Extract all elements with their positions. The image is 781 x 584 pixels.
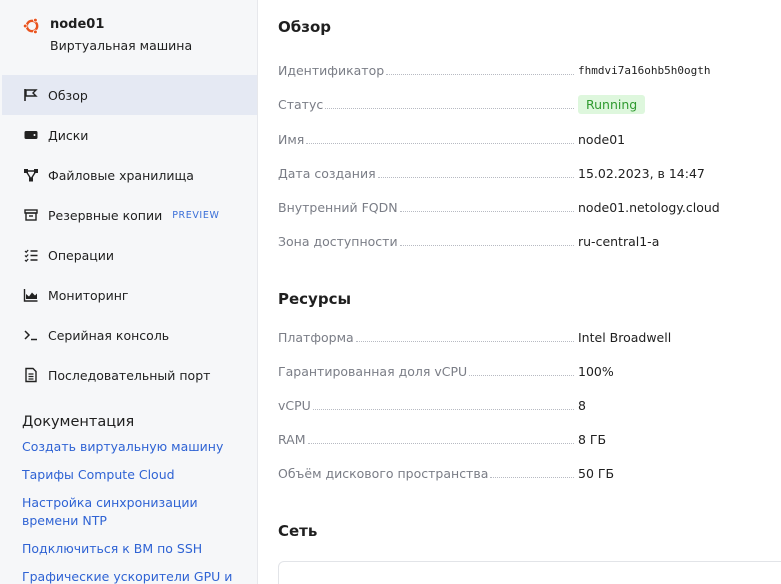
status-badge: Running (578, 94, 646, 114)
row-key: Платформа (278, 329, 354, 345)
row-key: vCPU (278, 397, 311, 413)
info-row-name: Имя node01 (278, 129, 758, 149)
network-title: Сеть (278, 522, 318, 540)
doc-link-gpu[interactable]: Графические ускорители GPU и (22, 568, 248, 584)
info-row-vcpu-fraction: Гарантированная доля vCPU 100% (278, 361, 758, 381)
sidebar-nav: Обзор Диски Файловые хранилища Резервные… (2, 75, 257, 395)
row-key: Идентификатор (278, 62, 385, 78)
monitoring-icon (22, 286, 40, 304)
main-content: Обзор Идентификатор fhmdvi7a16ohb5h0ogth… (258, 0, 781, 584)
row-key: RAM (278, 431, 306, 447)
sidebar-item-label: Мониторинг (48, 287, 129, 303)
sidebar-item-label: Серийная консоль (48, 327, 170, 343)
sidebar-item-overview[interactable]: Обзор (2, 75, 257, 115)
doc-link-ssh[interactable]: Подключиться к ВМ по SSH (22, 540, 248, 558)
sidebar-item-backups[interactable]: Резервные копии PREVIEW (2, 195, 257, 235)
row-value: 100% (578, 363, 614, 379)
preview-badge: PREVIEW (172, 210, 220, 221)
serial-console-icon (22, 326, 40, 344)
row-key: Статус (278, 96, 324, 112)
sidebar-item-label: Диски (48, 127, 89, 143)
info-row-id: Идентификатор fhmdvi7a16ohb5h0ogth (278, 60, 758, 80)
row-key: Объём дискового пространства (278, 465, 489, 481)
disks-icon (22, 126, 40, 144)
row-key: Дата создания (278, 165, 376, 181)
sidebar-item-serial-port[interactable]: Последовательный порт (2, 355, 257, 395)
vm-header: node01 Виртуальная машина (22, 16, 192, 55)
row-value: ru-central1-a (578, 233, 660, 249)
row-value: 8 (578, 397, 586, 413)
doc-link-create-vm[interactable]: Создать виртуальную машину (22, 438, 248, 456)
doc-link-ntp[interactable]: Настройка синхронизации времени NTP (22, 494, 248, 530)
file-storage-icon (22, 166, 40, 184)
row-value: node01 (578, 131, 626, 147)
documentation-section: Документация Создать виртуальную машину … (22, 414, 248, 584)
vm-name: node01 (50, 17, 105, 32)
sidebar: node01 Виртуальная машина Обзор Диски Фа… (0, 0, 258, 584)
sidebar-item-label: Резервные копии (48, 207, 163, 223)
info-row-fqdn: Внутренний FQDN node01.netology.cloud (278, 197, 758, 217)
row-value: 15.02.2023, в 14:47 (578, 165, 705, 181)
sidebar-item-operations[interactable]: Операции (2, 235, 257, 275)
info-row-disk: Объём дискового пространства 50 ГБ (278, 463, 758, 483)
row-key: Внутренний FQDN (278, 199, 398, 215)
documentation-title: Документация (22, 414, 135, 430)
row-value: 8 ГБ (578, 431, 607, 447)
info-row-zone: Зона доступности ru-central1-a (278, 231, 758, 251)
overview-title: Обзор (278, 18, 331, 36)
row-key: Имя (278, 131, 305, 147)
backup-icon (22, 206, 40, 224)
sidebar-item-label: Обзор (48, 87, 88, 103)
ubuntu-icon (22, 17, 39, 35)
row-value: 50 ГБ (578, 465, 615, 481)
sidebar-item-disks[interactable]: Диски (2, 115, 257, 155)
row-key: Гарантированная доля vCPU (278, 363, 468, 379)
info-row-created: Дата создания 15.02.2023, в 14:47 (278, 163, 758, 183)
serial-port-icon (22, 366, 40, 384)
resources-title: Ресурсы (278, 290, 352, 308)
info-row-vcpu: vCPU 8 (278, 395, 758, 415)
network-card (278, 561, 781, 584)
row-value[interactable]: fhmdvi7a16ohb5h0ogth (578, 64, 710, 77)
info-row-status: Статус Running (278, 94, 758, 114)
operations-icon (22, 246, 40, 264)
vm-type: Виртуальная машина (50, 38, 193, 53)
overview-flag-icon (22, 86, 40, 104)
sidebar-item-monitoring[interactable]: Мониторинг (2, 275, 257, 315)
info-row-ram: RAM 8 ГБ (278, 429, 758, 449)
sidebar-item-label: Файловые хранилища (48, 167, 194, 183)
row-key: Зона доступности (278, 233, 398, 249)
row-value[interactable]: node01.netology.cloud (578, 200, 720, 215)
sidebar-item-label: Последовательный порт (48, 367, 211, 383)
row-value: Intel Broadwell (578, 329, 672, 345)
info-row-platform: Платформа Intel Broadwell (278, 327, 758, 347)
doc-link-pricing[interactable]: Тарифы Compute Cloud (22, 466, 248, 484)
sidebar-item-serial-console[interactable]: Серийная консоль (2, 315, 257, 355)
sidebar-item-label: Операции (48, 247, 115, 263)
sidebar-item-file-storage[interactable]: Файловые хранилища (2, 155, 257, 195)
